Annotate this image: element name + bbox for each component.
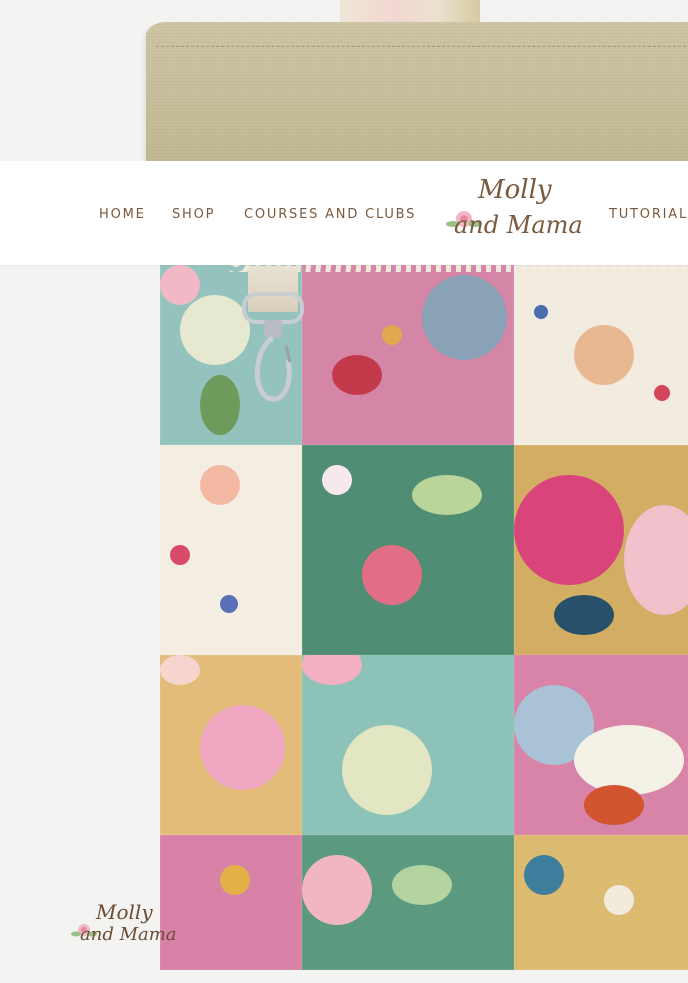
swivel-clip-icon — [242, 292, 304, 402]
main-navigation: HOME SHOP COURSES AND CLUBS Molly and Ma… — [0, 161, 688, 265]
patch — [160, 655, 302, 835]
patch — [302, 655, 514, 835]
bag-linen-lining — [146, 22, 688, 172]
patch — [160, 445, 302, 655]
brand-logo[interactable]: Molly and Mama — [446, 175, 586, 253]
patch — [514, 655, 688, 835]
patch — [514, 835, 688, 970]
watermark-brand-line1: Molly — [96, 900, 153, 924]
linen-stitch-line — [156, 46, 688, 47]
patch — [514, 265, 688, 445]
patch — [514, 445, 688, 655]
brand-line2: and Mama — [454, 211, 583, 239]
nav-home[interactable]: HOME — [99, 207, 146, 222]
patch — [302, 265, 514, 445]
watermark-logo: Molly and Mama — [70, 892, 180, 962]
hero-image: Molly and Mama — [0, 0, 688, 983]
patch — [302, 445, 514, 655]
nav-courses-and-clubs[interactable]: COURSES AND CLUBS — [244, 207, 416, 222]
watermark-brand-line2: and Mama — [80, 924, 177, 945]
brand-line1: Molly — [478, 175, 552, 205]
patch — [160, 835, 302, 970]
nav-tutorials[interactable]: TUTORIALS — [609, 207, 688, 222]
nav-shop[interactable]: SHOP — [172, 207, 215, 222]
patch — [302, 835, 514, 970]
